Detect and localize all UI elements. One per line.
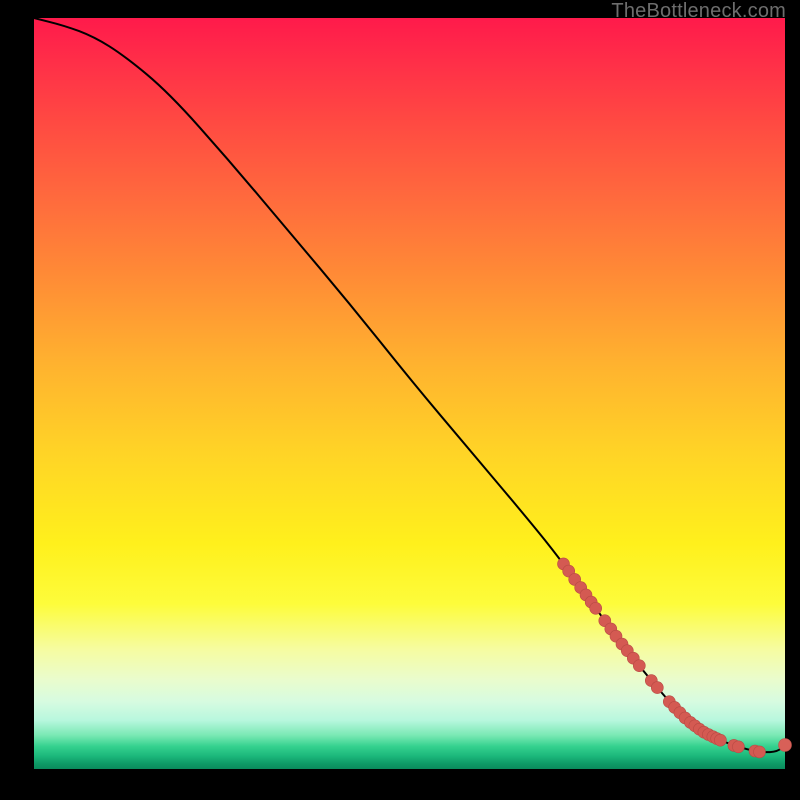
data-point <box>779 739 792 752</box>
highlight-points <box>558 558 792 758</box>
data-point <box>714 734 726 746</box>
data-point <box>732 741 744 753</box>
data-point <box>651 682 663 694</box>
bottleneck-curve <box>34 18 785 752</box>
chart-frame: TheBottleneck.com <box>0 0 800 800</box>
data-point <box>754 746 766 758</box>
curve-svg <box>34 18 785 769</box>
data-point <box>633 660 645 672</box>
data-point <box>590 602 602 614</box>
watermark-text: TheBottleneck.com <box>611 0 786 23</box>
plot-area <box>34 18 785 769</box>
